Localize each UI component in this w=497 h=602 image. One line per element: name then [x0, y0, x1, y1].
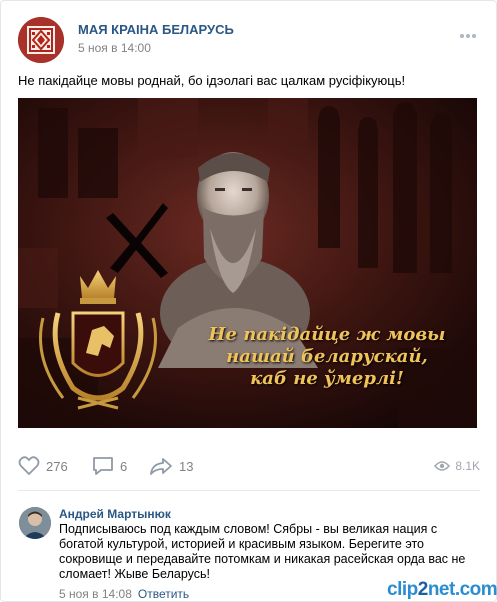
watermark-logo: clip2net.com [387, 579, 497, 601]
share-icon [150, 458, 172, 475]
image-caption-line: каб не ўмерлі! [250, 368, 404, 389]
watermark-accent: 2 [417, 579, 429, 600]
share-button[interactable]: 13 [149, 455, 193, 477]
divider [18, 490, 480, 491]
comment-count: 6 [120, 458, 128, 474]
comment-date[interactable]: 5 ноя в 14:08 [59, 587, 132, 601]
share-count: 13 [179, 458, 194, 474]
more-icon[interactable] [460, 25, 480, 38]
commenter-name[interactable]: Андрей Мартынюк [59, 507, 171, 521]
comment-icon [93, 457, 113, 475]
reply-button[interactable]: Ответить [138, 587, 189, 601]
like-count: 276 [46, 458, 68, 474]
watermark-text: clip [387, 579, 418, 600]
heart-icon [18, 456, 40, 476]
view-count: 8.1K [455, 459, 480, 473]
commenter-avatar[interactable] [19, 507, 51, 539]
post-card: МАЯ КРАІНА БЕЛАРУСЬ 5 ноя в 14:00 Не пак… [0, 0, 497, 602]
community-name[interactable]: МАЯ КРАІНА БЕЛАРУСЬ [78, 22, 234, 37]
image-caption-line: Не пакідайце ж мовы [208, 324, 446, 345]
views-counter: 8.1K [434, 455, 480, 477]
like-button[interactable]: 276 [18, 455, 68, 477]
comment-button[interactable]: 6 [92, 455, 127, 477]
post-date[interactable]: 5 ноя в 14:00 [78, 41, 151, 55]
post-actions: 276 6 13 8.1K [18, 453, 480, 481]
post-image[interactable]: Не пакідайце ж мовы нашай беларускай, ка… [18, 98, 477, 428]
comment-text: Подписываюсь под каждым словом! Сябры - … [59, 522, 466, 581]
watermark-text: net.com [427, 579, 497, 600]
eye-icon [434, 461, 451, 471]
image-caption-line: нашай беларускай, [226, 346, 428, 367]
comment-meta: 5 ноя в 14:08 Ответить [59, 587, 189, 601]
community-avatar[interactable] [18, 17, 64, 63]
post-text: Не пакідайце мовы роднай, бо ідэолагі ва… [18, 73, 406, 88]
image-caption: Не пакідайце ж мовы нашай беларускай, ка… [198, 324, 456, 390]
